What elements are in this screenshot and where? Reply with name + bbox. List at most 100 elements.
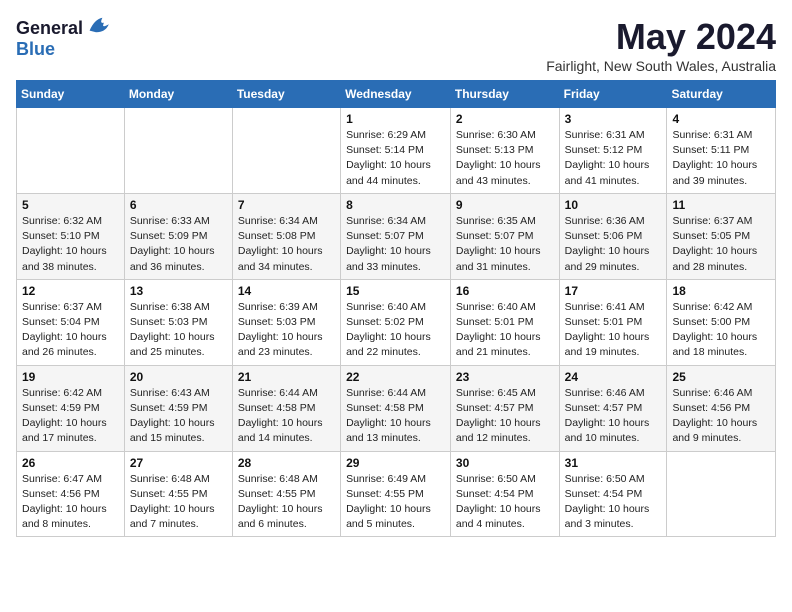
day-info: Sunrise: 6:44 AMSunset: 4:58 PMDaylight:… xyxy=(346,386,445,447)
calendar-cell xyxy=(17,108,125,194)
day-info: Sunrise: 6:29 AMSunset: 5:14 PMDaylight:… xyxy=(346,128,445,189)
calendar-cell: 5 Sunrise: 6:32 AMSunset: 5:10 PMDaylight… xyxy=(17,193,125,279)
day-number: 5 xyxy=(22,198,119,212)
day-number: 4 xyxy=(672,112,770,126)
day-number: 31 xyxy=(565,456,662,470)
day-number: 14 xyxy=(238,284,335,298)
day-info: Sunrise: 6:50 AMSunset: 4:54 PMDaylight:… xyxy=(565,472,662,533)
day-info: Sunrise: 6:49 AMSunset: 4:55 PMDaylight:… xyxy=(346,472,445,533)
calendar-cell: 19Sunrise: 6:42 AMSunset: 4:59 PMDayligh… xyxy=(17,365,125,451)
day-number: 13 xyxy=(130,284,227,298)
col-wednesday: Wednesday xyxy=(341,81,451,108)
calendar-cell: 15 Sunrise: 6:40 AMSunset: 5:02 PMDayligh… xyxy=(341,279,451,365)
calendar-cell: 2Sunrise: 6:30 AMSunset: 5:13 PMDaylight… xyxy=(450,108,559,194)
day-info: Sunrise: 6:31 AMSunset: 5:11 PMDaylight:… xyxy=(672,128,770,189)
day-number: 1 xyxy=(346,112,445,126)
col-monday: Monday xyxy=(124,81,232,108)
calendar-cell: 10 Sunrise: 6:36 AMSunset: 5:06 PMDayligh… xyxy=(559,193,667,279)
day-number: 23 xyxy=(456,370,554,384)
calendar-cell: 3Sunrise: 6:31 AMSunset: 5:12 PMDaylight… xyxy=(559,108,667,194)
calendar-cell xyxy=(124,108,232,194)
calendar-cell: 1 Sunrise: 6:29 AMSunset: 5:14 PMDaylight… xyxy=(341,108,451,194)
calendar-cell: 29 Sunrise: 6:49 AMSunset: 4:55 PMDayligh… xyxy=(341,451,451,537)
day-number: 25 xyxy=(672,370,770,384)
day-info: Sunrise: 6:47 AMSunset: 4:56 PMDaylight:… xyxy=(22,472,119,533)
calendar-cell: 24Sunrise: 6:46 AMSunset: 4:57 PMDayligh… xyxy=(559,365,667,451)
calendar-cell: 30Sunrise: 6:50 AMSunset: 4:54 PMDayligh… xyxy=(450,451,559,537)
col-saturday: Saturday xyxy=(667,81,776,108)
day-info: Sunrise: 6:37 AMSunset: 5:05 PMDaylight:… xyxy=(672,214,770,275)
calendar-week-2: 5 Sunrise: 6:32 AMSunset: 5:10 PMDaylight… xyxy=(17,193,776,279)
calendar-cell: 22Sunrise: 6:44 AMSunset: 4:58 PMDayligh… xyxy=(341,365,451,451)
calendar-cell: 18 Sunrise: 6:42 AMSunset: 5:00 PMDayligh… xyxy=(667,279,776,365)
day-number: 8 xyxy=(346,198,445,212)
day-info: Sunrise: 6:40 AMSunset: 5:02 PMDaylight:… xyxy=(346,300,445,361)
day-info: Sunrise: 6:35 AMSunset: 5:07 PMDaylight:… xyxy=(456,214,554,275)
calendar-body: 1 Sunrise: 6:29 AMSunset: 5:14 PMDaylight… xyxy=(17,108,776,537)
day-number: 10 xyxy=(565,198,662,212)
day-info: Sunrise: 6:32 AMSunset: 5:10 PMDaylight:… xyxy=(22,214,119,275)
title-area: May 2024 Fairlight, New South Wales, Aus… xyxy=(546,16,776,74)
day-number: 21 xyxy=(238,370,335,384)
day-info: Sunrise: 6:44 AMSunset: 4:58 PMDaylight:… xyxy=(238,386,335,447)
day-info: Sunrise: 6:43 AMSunset: 4:59 PMDaylight:… xyxy=(130,386,227,447)
calendar-week-3: 12 Sunrise: 6:37 AMSunset: 5:04 PMDayligh… xyxy=(17,279,776,365)
calendar-cell: 6Sunrise: 6:33 AMSunset: 5:09 PMDaylight… xyxy=(124,193,232,279)
day-info: Sunrise: 6:38 AMSunset: 5:03 PMDaylight:… xyxy=(130,300,227,361)
col-tuesday: Tuesday xyxy=(232,81,340,108)
day-info: Sunrise: 6:34 AMSunset: 5:08 PMDaylight:… xyxy=(238,214,335,275)
day-number: 29 xyxy=(346,456,445,470)
day-info: Sunrise: 6:45 AMSunset: 4:57 PMDaylight:… xyxy=(456,386,554,447)
calendar-cell: 14 Sunrise: 6:39 AMSunset: 5:03 PMDayligh… xyxy=(232,279,340,365)
logo-bird-icon xyxy=(88,16,112,34)
day-info: Sunrise: 6:46 AMSunset: 4:56 PMDaylight:… xyxy=(672,386,770,447)
col-thursday: Thursday xyxy=(450,81,559,108)
calendar-week-1: 1 Sunrise: 6:29 AMSunset: 5:14 PMDaylight… xyxy=(17,108,776,194)
calendar-cell: 16Sunrise: 6:40 AMSunset: 5:01 PMDayligh… xyxy=(450,279,559,365)
calendar-cell: 25 Sunrise: 6:46 AMSunset: 4:56 PMDayligh… xyxy=(667,365,776,451)
calendar-cell: 11 Sunrise: 6:37 AMSunset: 5:05 PMDayligh… xyxy=(667,193,776,279)
day-number: 12 xyxy=(22,284,119,298)
day-number: 24 xyxy=(565,370,662,384)
calendar-cell: 20Sunrise: 6:43 AMSunset: 4:59 PMDayligh… xyxy=(124,365,232,451)
day-info: Sunrise: 6:31 AMSunset: 5:12 PMDaylight:… xyxy=(565,128,662,189)
calendar-header: Sunday Monday Tuesday Wednesday Thursday… xyxy=(17,81,776,108)
logo-blue-text: Blue xyxy=(16,39,55,60)
calendar-week-5: 26Sunrise: 6:47 AMSunset: 4:56 PMDayligh… xyxy=(17,451,776,537)
calendar-week-4: 19Sunrise: 6:42 AMSunset: 4:59 PMDayligh… xyxy=(17,365,776,451)
calendar-cell: 8Sunrise: 6:34 AMSunset: 5:07 PMDaylight… xyxy=(341,193,451,279)
day-number: 28 xyxy=(238,456,335,470)
day-info: Sunrise: 6:48 AMSunset: 4:55 PMDaylight:… xyxy=(130,472,227,533)
calendar-cell: 23 Sunrise: 6:45 AMSunset: 4:57 PMDayligh… xyxy=(450,365,559,451)
day-number: 30 xyxy=(456,456,554,470)
calendar-cell: 7 Sunrise: 6:34 AMSunset: 5:08 PMDaylight… xyxy=(232,193,340,279)
day-number: 18 xyxy=(672,284,770,298)
day-info: Sunrise: 6:39 AMSunset: 5:03 PMDaylight:… xyxy=(238,300,335,361)
day-number: 16 xyxy=(456,284,554,298)
day-number: 17 xyxy=(565,284,662,298)
day-number: 11 xyxy=(672,198,770,212)
day-info: Sunrise: 6:42 AMSunset: 4:59 PMDaylight:… xyxy=(22,386,119,447)
calendar-cell: 28 Sunrise: 6:48 AMSunset: 4:55 PMDayligh… xyxy=(232,451,340,537)
day-number: 9 xyxy=(456,198,554,212)
calendar-table: Sunday Monday Tuesday Wednesday Thursday… xyxy=(16,80,776,537)
day-info: Sunrise: 6:48 AMSunset: 4:55 PMDaylight:… xyxy=(238,472,335,533)
day-info: Sunrise: 6:41 AMSunset: 5:01 PMDaylight:… xyxy=(565,300,662,361)
calendar-cell: 9 Sunrise: 6:35 AMSunset: 5:07 PMDaylight… xyxy=(450,193,559,279)
day-info: Sunrise: 6:30 AMSunset: 5:13 PMDaylight:… xyxy=(456,128,554,189)
header-row: Sunday Monday Tuesday Wednesday Thursday… xyxy=(17,81,776,108)
location-text: Fairlight, New South Wales, Australia xyxy=(546,58,776,74)
logo: General Blue xyxy=(16,16,112,60)
day-info: Sunrise: 6:42 AMSunset: 5:00 PMDaylight:… xyxy=(672,300,770,361)
day-info: Sunrise: 6:37 AMSunset: 5:04 PMDaylight:… xyxy=(22,300,119,361)
day-number: 15 xyxy=(346,284,445,298)
logo-general-text: General xyxy=(16,18,83,38)
calendar-cell xyxy=(232,108,340,194)
page-header: General Blue May 2024 Fairlight, New Sou… xyxy=(16,16,776,74)
calendar-cell: 27Sunrise: 6:48 AMSunset: 4:55 PMDayligh… xyxy=(124,451,232,537)
calendar-cell xyxy=(667,451,776,537)
day-info: Sunrise: 6:36 AMSunset: 5:06 PMDaylight:… xyxy=(565,214,662,275)
calendar-cell: 26Sunrise: 6:47 AMSunset: 4:56 PMDayligh… xyxy=(17,451,125,537)
day-number: 7 xyxy=(238,198,335,212)
day-number: 6 xyxy=(130,198,227,212)
